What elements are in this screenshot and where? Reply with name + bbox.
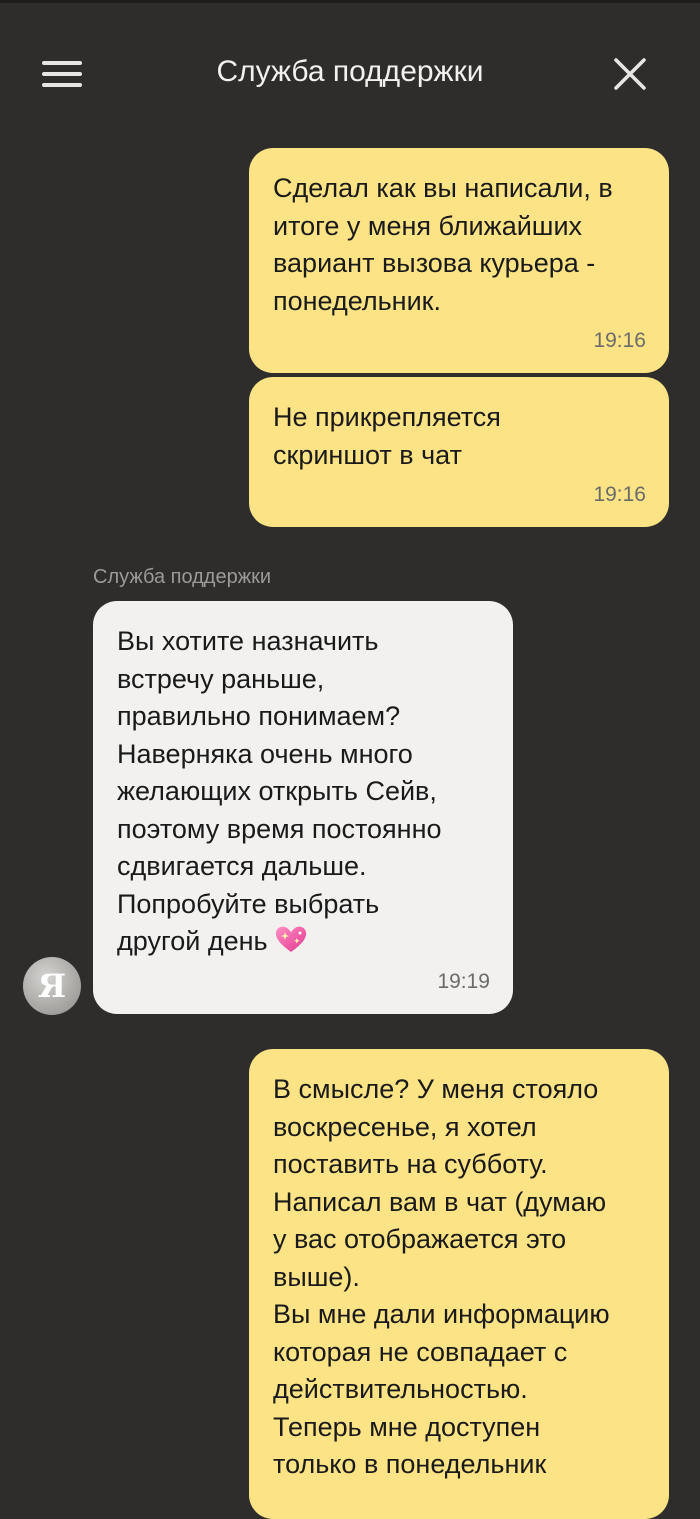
hamburger-menu-icon[interactable] <box>42 61 82 87</box>
message-text: Сделал как вы написали, в итоге у меня б… <box>273 173 613 316</box>
message-time: 19:16 <box>593 483 646 506</box>
message-time: 19:19 <box>437 970 490 993</box>
incoming-message[interactable]: Вы хотите назначить встречу раньше, прав… <box>93 601 513 1014</box>
sender-name: Служба поддержки <box>93 566 272 588</box>
message-text: Не прикрепляется скриншот в чат <box>273 402 501 470</box>
avatar: Я <box>23 957 81 1015</box>
outgoing-message[interactable]: Сделал как вы написали, в итоге у меня б… <box>249 148 669 373</box>
chat-header: Служба поддержки <box>0 0 700 140</box>
sparkling-heart-icon <box>274 924 308 965</box>
outgoing-message[interactable]: В смысле? У меня стояло воскресенье, я х… <box>249 1049 669 1519</box>
page-title: Служба поддержки <box>216 55 484 88</box>
outgoing-message[interactable]: Не прикрепляется скриншот в чат 19:16 <box>249 377 669 527</box>
message-text: В смысле? У меня стояло воскресенье, я х… <box>273 1074 610 1479</box>
close-icon[interactable] <box>612 56 648 92</box>
message-time: 19:16 <box>593 329 646 352</box>
message-text: Вы хотите назначить встречу раньше, прав… <box>117 623 489 965</box>
